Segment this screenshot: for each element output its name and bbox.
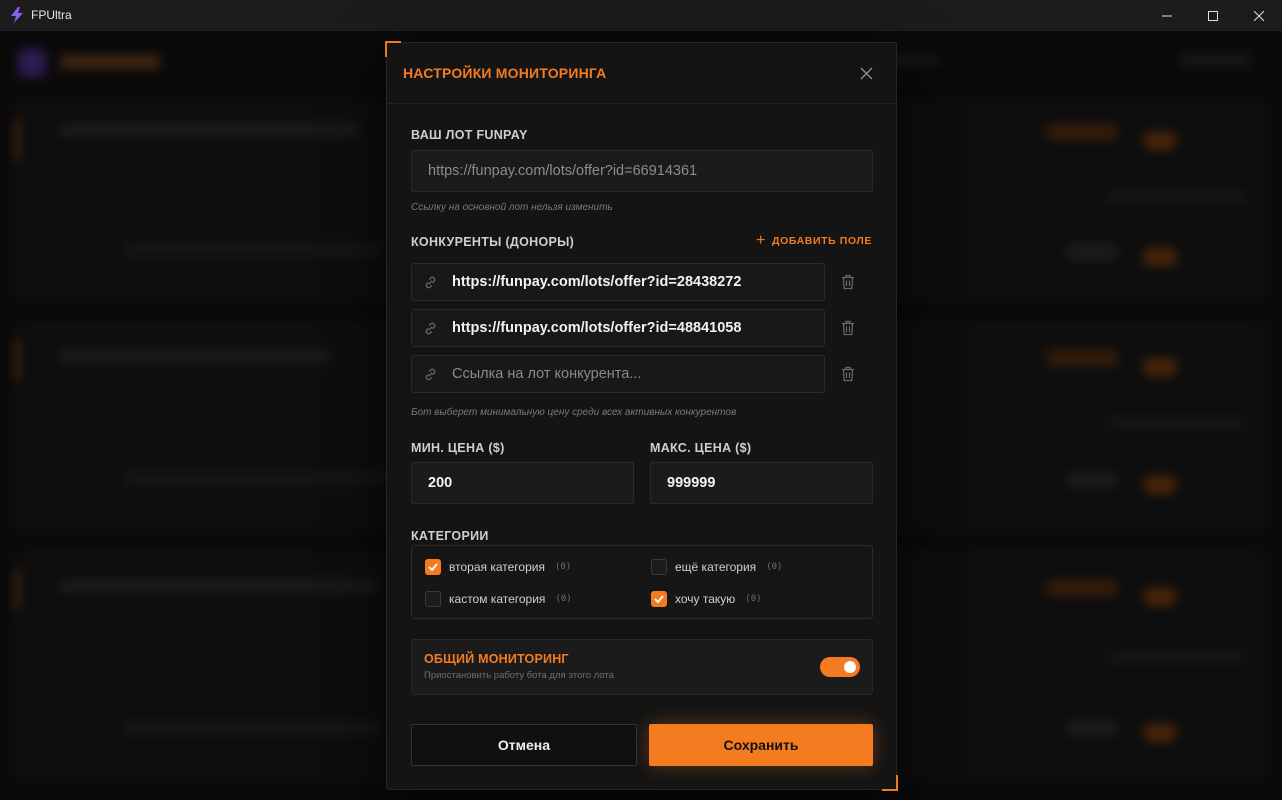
competitor-field-empty[interactable]: Ссылка на лот конкурента... (411, 355, 825, 393)
category-count: (0) (745, 594, 762, 604)
max-price-input[interactable]: 999999 (650, 462, 873, 504)
monitoring-settings-modal: НАСТРОЙКИ МОНИТОРИНГА ВАШ ЛОТ FUNPAY htt… (385, 41, 898, 791)
close-modal-icon[interactable] (858, 65, 874, 81)
lightning-logo-icon (11, 7, 23, 23)
link-icon (423, 274, 439, 290)
window-controls (1144, 0, 1282, 31)
competitor-url: https://funpay.com/lots/offer?id=4884105… (452, 320, 742, 336)
save-button[interactable]: Сохранить (649, 724, 873, 766)
monitoring-toggle[interactable] (820, 657, 860, 677)
background-logo (18, 49, 46, 77)
general-monitoring-subtitle: Приостановить работу бота для этого лота (424, 670, 614, 681)
category-count: (0) (766, 562, 783, 572)
trash-icon[interactable] (839, 365, 857, 383)
categories-label: КАТЕГОРИИ (411, 529, 489, 543)
minimize-icon[interactable] (1144, 0, 1190, 31)
min-price-input[interactable]: 200 (411, 462, 634, 504)
background-user (1180, 53, 1250, 67)
category-item[interactable]: кастом категория (0) (425, 591, 572, 607)
category-item[interactable]: хочу такую (0) (651, 591, 762, 607)
add-field-button[interactable]: + ДОБАВИТЬ ПОЛЕ (756, 232, 872, 249)
min-price-label: МИН. ЦЕНА ($) (411, 441, 505, 455)
plus-icon: + (756, 232, 766, 249)
toggle-knob (844, 661, 856, 673)
competitor-url: https://funpay.com/lots/offer?id=2843827… (452, 274, 742, 290)
category-item[interactable]: ещё категория (0) (651, 559, 782, 575)
checkbox-unchecked[interactable] (651, 559, 667, 575)
corner-accent (882, 775, 898, 791)
link-icon (423, 320, 439, 336)
category-name: кастом категория (449, 592, 546, 606)
cancel-button[interactable]: Отмена (411, 724, 637, 766)
category-name: вторая категория (449, 560, 545, 574)
window-titlebar: FPUltra (0, 0, 1282, 31)
category-name: хочу такую (675, 592, 736, 606)
trash-icon[interactable] (839, 319, 857, 337)
background-brand (60, 55, 160, 69)
your-lot-url: https://funpay.com/lots/offer?id=6691436… (428, 163, 698, 179)
modal-title: НАСТРОЙКИ МОНИТОРИНГА (403, 65, 607, 81)
category-name: ещё категория (675, 560, 757, 574)
min-price-value: 200 (428, 475, 453, 491)
max-price-label: МАКС. ЦЕНА ($) (650, 441, 752, 455)
modal-header: НАСТРОЙКИ МОНИТОРИНГА (387, 43, 896, 104)
competitors-label: КОНКУРЕНТЫ (ДОНОРЫ) (411, 235, 575, 249)
maximize-icon[interactable] (1190, 0, 1236, 31)
category-count: (0) (554, 562, 572, 572)
your-lot-label: ВАШ ЛОТ FUNPAY (411, 128, 528, 142)
checkbox-checked[interactable] (651, 591, 667, 607)
checkbox-checked[interactable] (425, 559, 441, 575)
category-item[interactable]: вторая категория (0) (425, 559, 571, 575)
categories-box: вторая категория (0) ещё категория (0) к… (411, 545, 873, 619)
your-lot-hint: Ссылку на основной лот нельзя изменить (411, 202, 613, 213)
close-icon[interactable] (1236, 0, 1282, 31)
trash-icon[interactable] (839, 273, 857, 291)
your-lot-field: https://funpay.com/lots/offer?id=6691436… (411, 150, 873, 192)
check-icon (654, 595, 664, 603)
competitor-field[interactable]: https://funpay.com/lots/offer?id=4884105… (411, 309, 825, 347)
competitor-placeholder: Ссылка на лот конкурента... (452, 366, 642, 382)
competitors-hint: Бот выберет минимальную цену среди всех … (411, 407, 737, 418)
competitor-field[interactable]: https://funpay.com/lots/offer?id=2843827… (411, 263, 825, 301)
max-price-value: 999999 (667, 475, 716, 491)
checkbox-unchecked[interactable] (425, 591, 441, 607)
general-monitoring-box: ОБЩИЙ МОНИТОРИНГ Приостановить работу бо… (411, 639, 873, 695)
app-title: FPUltra (31, 8, 72, 22)
link-icon (423, 366, 439, 382)
category-count: (0) (555, 594, 572, 604)
check-icon (428, 563, 438, 571)
add-field-label: ДОБАВИТЬ ПОЛЕ (771, 235, 872, 247)
general-monitoring-title: ОБЩИЙ МОНИТОРИНГ (424, 652, 569, 666)
